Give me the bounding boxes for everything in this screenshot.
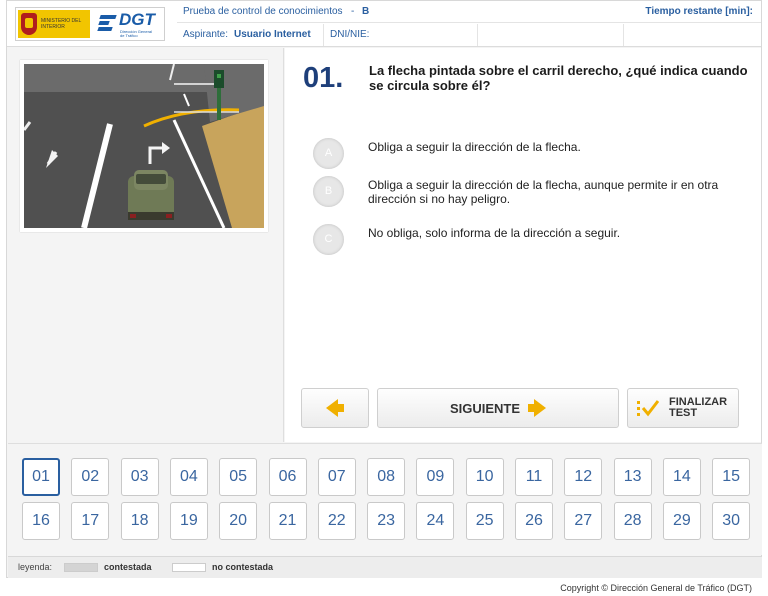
question-nav-05[interactable]: 05 <box>219 458 258 496</box>
option-b-radio[interactable]: B <box>313 176 344 207</box>
legend-answered-swatch <box>64 563 98 572</box>
coat-of-arms-icon <box>21 13 37 35</box>
next-button[interactable]: SIGUIENTE <box>377 388 619 428</box>
question-nav-03[interactable]: 03 <box>120 458 159 496</box>
question-nav-26[interactable]: 26 <box>515 502 553 540</box>
exam-label: Prueba de control de conocimientos <box>183 6 343 17</box>
question-nav-09[interactable]: 09 <box>416 458 455 496</box>
question-nav-29[interactable]: 29 <box>662 502 701 540</box>
question-nav-23[interactable]: 23 <box>367 502 406 540</box>
logos: MINISTERIO DEL INTERIOR DGT Dirección Ge… <box>15 7 165 41</box>
dgt-logo: DGT Dirección General de Tráfico <box>97 10 162 39</box>
dgt-logo-subtitle: Dirección General de Tráfico <box>120 29 153 38</box>
question-nav-02[interactable]: 02 <box>71 458 110 496</box>
ministry-logo-text: MINISTERIO DEL INTERIOR <box>41 18 82 30</box>
exam-window: MINISTERIO DEL INTERIOR DGT Dirección Ge… <box>6 0 762 578</box>
dgt-logo-text: DGT <box>119 10 155 29</box>
question-nav-08[interactable]: 08 <box>367 458 406 496</box>
question-image-panel <box>8 48 284 442</box>
question-text: La flecha pintada sobre el carril derech… <box>369 63 748 93</box>
arrow-left-icon <box>326 399 338 417</box>
question-nav-10[interactable]: 10 <box>465 458 504 496</box>
legend-unanswered-swatch <box>172 563 206 572</box>
exam-type: B <box>362 6 370 17</box>
arrow-right-icon <box>534 399 547 417</box>
question-nav-21[interactable]: 21 <box>268 502 307 540</box>
option-a[interactable]: A Obliga a seguir la dirección de la fle… <box>313 138 738 169</box>
option-c[interactable]: C No obliga, solo informa de la direcció… <box>313 224 738 255</box>
option-a-radio[interactable]: A <box>313 138 344 169</box>
header-row-exam: Prueba de control de conocimientos - B T… <box>177 1 761 23</box>
previous-button[interactable] <box>301 388 369 428</box>
exam-dash: - <box>351 6 355 17</box>
time-remaining-label: Tiempo restante [min]: <box>645 6 753 17</box>
question-nav-25[interactable]: 25 <box>465 502 504 540</box>
header: MINISTERIO DEL INTERIOR DGT Dirección Ge… <box>7 1 761 47</box>
option-a-text[interactable]: Obliga a seguir la dirección de la flech… <box>368 138 738 154</box>
question-nav-16[interactable]: 16 <box>22 502 60 540</box>
copyright: Copyright © Dirección General de Tráfico… <box>560 583 752 593</box>
question-nav-15[interactable]: 15 <box>712 458 751 496</box>
option-b[interactable]: B Obliga a seguir la dirección de la fle… <box>313 176 738 207</box>
question-nav-12[interactable]: 12 <box>564 458 603 496</box>
finish-test-label: FINALIZAR TEST <box>669 396 728 419</box>
question-nav-19[interactable]: 19 <box>169 502 208 540</box>
question-nav-07[interactable]: 07 <box>317 458 356 496</box>
question-nav-13[interactable]: 13 <box>613 458 652 496</box>
question-nav-06[interactable]: 06 <box>268 458 307 496</box>
option-c-radio[interactable]: C <box>313 224 344 255</box>
ministry-logo: MINISTERIO DEL INTERIOR <box>18 10 90 38</box>
header-row-applicant: Aspirante: Usuario Internet DNI/NIE: <box>177 24 761 46</box>
applicant-label: Aspirante: <box>183 29 229 40</box>
question-nav-14[interactable]: 14 <box>662 458 701 496</box>
question-panel: 01. La flecha pintada sobre el carril de… <box>285 48 761 442</box>
legend-unanswered-text: no contestada <box>212 562 274 572</box>
question-nav-20[interactable]: 20 <box>219 502 258 540</box>
question-nav-27[interactable]: 27 <box>564 502 603 540</box>
question-nav-01[interactable]: 01 <box>22 458 60 496</box>
legend-answered-text: contestada <box>104 562 152 572</box>
question-navigator: 01 02 03 04 05 06 07 08 09 10 11 12 13 14 15 16 17 18 19 20… <box>8 443 762 555</box>
question-nav-04[interactable]: 04 <box>169 458 208 496</box>
question-nav-11[interactable]: 11 <box>515 458 553 496</box>
option-c-text[interactable]: No obliga, solo informa de la dirección … <box>368 224 738 240</box>
legend-label: leyenda: <box>18 562 53 572</box>
question-nav-30[interactable]: 30 <box>712 502 751 540</box>
question-nav-28[interactable]: 28 <box>613 502 652 540</box>
question-number: 01. <box>303 62 344 94</box>
question-nav-22[interactable]: 22 <box>317 502 356 540</box>
dgt-mark-icon <box>97 13 117 31</box>
legend: leyenda: contestada no contestada <box>8 556 762 578</box>
next-button-label: SIGUIENTE <box>449 400 521 416</box>
option-b-text[interactable]: Obliga a seguir la dirección de la flech… <box>368 176 738 206</box>
question-nav-18[interactable]: 18 <box>120 502 159 540</box>
question-nav-17[interactable]: 17 <box>71 502 110 540</box>
road-scene-image <box>20 60 268 232</box>
question-nav-24[interactable]: 24 <box>416 502 455 540</box>
applicant-name: Usuario Internet <box>234 29 311 40</box>
checklist-icon <box>637 399 660 417</box>
finish-test-button[interactable]: FINALIZAR TEST <box>627 388 739 428</box>
dni-label: DNI/NIE: <box>330 29 370 40</box>
